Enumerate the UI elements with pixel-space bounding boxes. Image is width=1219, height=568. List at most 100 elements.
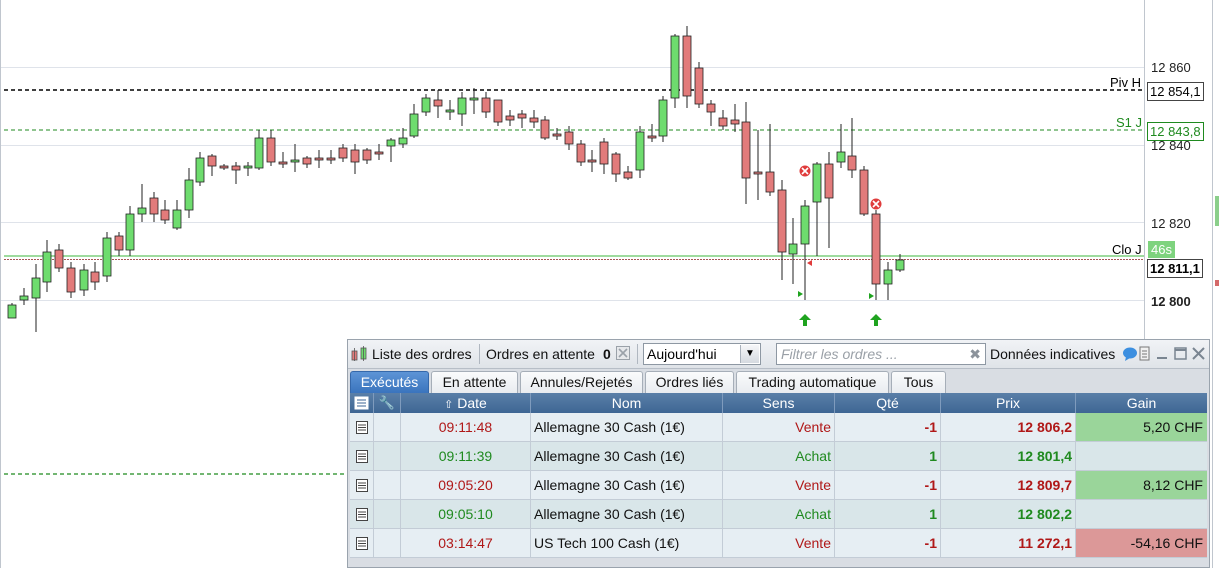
up-candle (172, 200, 182, 230)
order-date: 09:11:39 (401, 442, 531, 471)
order-row[interactable]: 09:05:20 Allemagne 30 Cash (1€) Vente -1 12 … (350, 471, 1207, 500)
document-icon (356, 479, 368, 492)
up-candle (670, 34, 680, 108)
row-detail-button[interactable] (350, 500, 374, 529)
row-detail-button[interactable] (350, 529, 374, 558)
up-candle (883, 262, 893, 300)
order-qty: -1 (835, 413, 941, 442)
right-edge-marker (1215, 196, 1219, 226)
close-icon[interactable] (1192, 347, 1205, 360)
up-candle (290, 144, 300, 172)
minimize-icon[interactable] (1156, 347, 1168, 361)
down-candle (587, 150, 597, 172)
down-candle (54, 244, 64, 272)
down-candle (160, 200, 170, 224)
down-candle (576, 140, 586, 166)
filter-placeholder: Filtrer les ordres ... (781, 346, 898, 362)
up-candle (457, 92, 467, 126)
tab-all[interactable]: Tous (891, 371, 946, 393)
order-gain: -54,16 CHF (1076, 529, 1207, 558)
sell-cross-icon (870, 198, 882, 210)
up-candle (635, 126, 645, 178)
chevron-down-icon[interactable]: ▼ (740, 345, 759, 363)
down-candle (824, 152, 834, 248)
order-date: 09:05:10 (401, 500, 531, 529)
down-candle (231, 162, 241, 184)
up-candle (195, 152, 205, 186)
order-name: Allemagne 30 Cash (1€) (531, 471, 723, 500)
column-options[interactable] (350, 393, 374, 413)
order-row[interactable]: 09:05:10 Allemagne 30 Cash (1€) Achat 1 12 8… (350, 500, 1207, 529)
down-candle (326, 150, 336, 164)
column-header-qty[interactable]: Qté (835, 393, 941, 413)
pending-orders-label[interactable]: Ordres en attente (486, 340, 595, 368)
clear-filter-icon[interactable]: ✖ (969, 344, 981, 364)
column-list-icon (354, 396, 368, 410)
order-row[interactable]: 03:14:47 US Tech 100 Cash (1€) Vente -1 11 2… (350, 529, 1207, 558)
order-name: Allemagne 30 Cash (1€) (531, 413, 723, 442)
toolbar-separator (637, 344, 638, 364)
tab-linked-orders[interactable]: Ordres liés (645, 371, 734, 393)
sell-cross-icon (799, 165, 811, 177)
tab-cancelled-rejected[interactable]: Annules/Rejetés (520, 371, 643, 393)
info-bubble-icon[interactable] (1122, 346, 1138, 362)
down-candle (623, 166, 633, 180)
document-icon (356, 450, 368, 463)
order-price: 12 809,7 (941, 471, 1076, 500)
tab-automatic-trading[interactable]: Trading automatique (736, 371, 889, 393)
order-side: Vente (723, 471, 835, 500)
candle-countdown: 46s (1148, 241, 1175, 258)
orders-filter-input[interactable]: Filtrer les ordres ... ✖ (776, 343, 986, 365)
row-spacer (374, 413, 401, 442)
down-candle (540, 116, 550, 140)
down-candle (859, 166, 869, 216)
down-candle (611, 152, 621, 182)
column-label: Date (457, 395, 487, 411)
down-candle (871, 210, 881, 300)
orders-list-icon (351, 346, 367, 361)
down-candle (529, 110, 539, 128)
down-candle (278, 152, 288, 168)
column-settings[interactable]: 🔧 (374, 393, 401, 413)
column-header-price[interactable]: Prix (941, 393, 1076, 413)
down-candle (266, 130, 276, 166)
order-row[interactable]: 09:11:48 Allemagne 30 Cash (1€) Vente -1 12 … (350, 413, 1207, 442)
pivot-level-value: 12 854,1 (1147, 82, 1204, 101)
orders-grid-header: 🔧 ⇧ Date Nom Sens Qté Prix Gain (350, 393, 1207, 413)
column-header-gain[interactable]: Gain (1076, 393, 1207, 413)
cancel-pending-icon[interactable] (616, 346, 630, 360)
row-detail-button[interactable] (350, 471, 374, 500)
orders-toolbar: Liste des ordres Ordres en attente 0 Auj… (348, 340, 1209, 369)
order-side: Achat (723, 442, 835, 471)
up-candle (42, 240, 52, 292)
down-candle (493, 99, 503, 126)
row-detail-button[interactable] (350, 442, 374, 471)
order-gain (1076, 500, 1207, 529)
up-candle (386, 138, 396, 162)
order-row[interactable]: 09:11:39 Allemagne 30 Cash (1€) Achat 1 12 8… (350, 442, 1207, 471)
maximize-icon[interactable] (1174, 347, 1187, 360)
settings-icon[interactable] (1139, 345, 1151, 363)
row-detail-button[interactable] (350, 413, 374, 442)
order-gain: 5,20 CHF (1076, 413, 1207, 442)
price-tick: 12 800 (1151, 294, 1191, 309)
buy-arrow-icon (799, 314, 811, 326)
tab-executed[interactable]: Exécutés (350, 371, 429, 393)
column-header-date[interactable]: ⇧ Date (401, 393, 531, 413)
up-candle (31, 264, 41, 332)
order-name: Allemagne 30 Cash (1€) (531, 442, 723, 471)
orders-panel-title[interactable]: Liste des ordres (372, 340, 472, 368)
tab-pending[interactable]: En attente (431, 371, 518, 393)
row-spacer (374, 500, 401, 529)
down-candle (207, 154, 217, 176)
column-header-name[interactable]: Nom (531, 393, 723, 413)
pending-orders-count: 0 (603, 346, 611, 362)
up-candle (409, 104, 419, 138)
down-candle (647, 124, 657, 142)
row-spacer (374, 442, 401, 471)
period-select[interactable]: Aujourd'hui ▼ (643, 343, 761, 365)
column-header-side[interactable]: Sens (723, 393, 835, 413)
down-candle (741, 102, 751, 204)
down-candle (753, 130, 763, 200)
down-candle (90, 262, 100, 290)
